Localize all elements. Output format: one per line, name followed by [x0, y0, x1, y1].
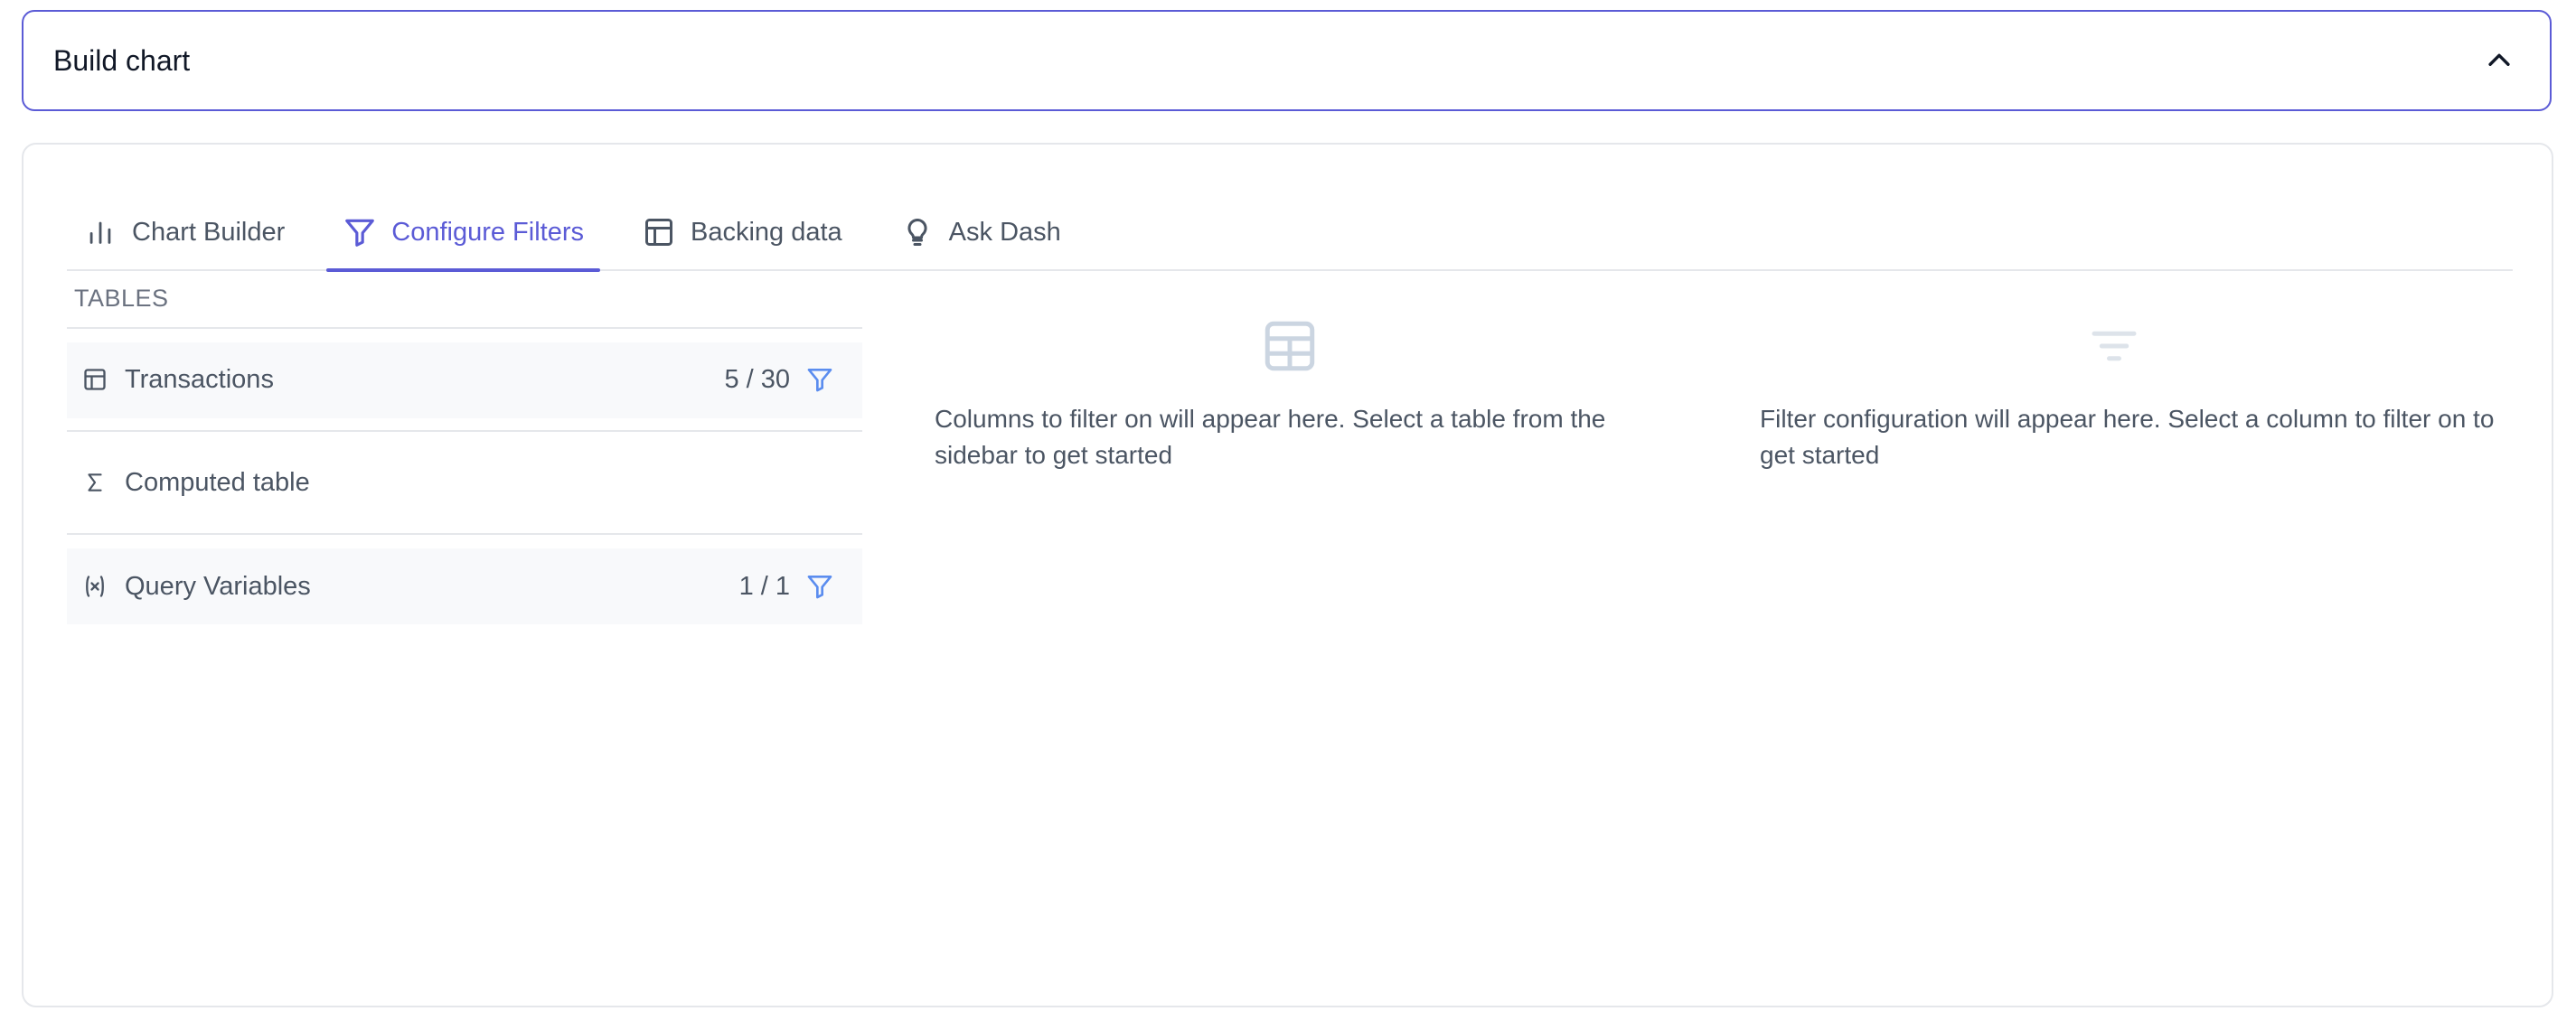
table-name: Computed table: [125, 467, 310, 497]
tables-sidebar: TABLES Transactions 5 / 30 Computed tabl…: [67, 269, 862, 638]
chevron-up-icon[interactable]: [2483, 44, 2515, 77]
tab-label: Configure Filters: [391, 217, 584, 247]
filter-icon: [804, 364, 835, 395]
tab-chart-builder[interactable]: Chart Builder: [67, 195, 301, 269]
filter-icon: [343, 215, 377, 249]
tables-section-label: TABLES: [67, 269, 862, 329]
tab-backing-data[interactable]: Backing data: [625, 195, 859, 269]
filter-icon: [804, 571, 835, 602]
tab-ask-dash[interactable]: Ask Dash: [884, 195, 1077, 269]
tab-bar: Chart Builder Configure Filters Backing …: [67, 195, 2513, 272]
columns-empty-message: Columns to filter on will appear here. S…: [935, 405, 1606, 469]
config-empty-message: Filter configuration will appear here. S…: [1760, 405, 2495, 469]
table-icon: [81, 366, 108, 393]
tab-label: Backing data: [691, 217, 842, 247]
table-icon: [642, 215, 676, 249]
variable-icon: [81, 573, 108, 600]
sidebar-item-query-variables[interactable]: Query Variables 1 / 1: [67, 535, 862, 638]
accordion-title: Build chart: [53, 43, 191, 77]
tab-configure-filters[interactable]: Configure Filters: [326, 195, 600, 272]
table-name: Transactions: [125, 364, 274, 394]
sidebar-item-computed-table[interactable]: Computed table: [67, 432, 862, 535]
chart-builder-panel: Chart Builder Configure Filters Backing …: [22, 143, 2553, 1007]
lightbulb-icon: [900, 215, 935, 249]
filter-count: 5 / 30: [724, 364, 790, 394]
tab-label: Ask Dash: [948, 217, 1061, 247]
sigma-icon: [81, 469, 108, 496]
table-name: Query Variables: [125, 571, 311, 601]
filter-lines-icon: [2082, 314, 2146, 378]
tab-label: Chart Builder: [132, 217, 286, 247]
filter-count: 1 / 1: [738, 571, 790, 601]
build-chart-accordion[interactable]: Build chart: [22, 10, 2552, 111]
table-grid-icon: [1258, 314, 1321, 378]
bar-chart-icon: [83, 215, 118, 249]
sidebar-item-transactions[interactable]: Transactions 5 / 30: [67, 329, 862, 432]
